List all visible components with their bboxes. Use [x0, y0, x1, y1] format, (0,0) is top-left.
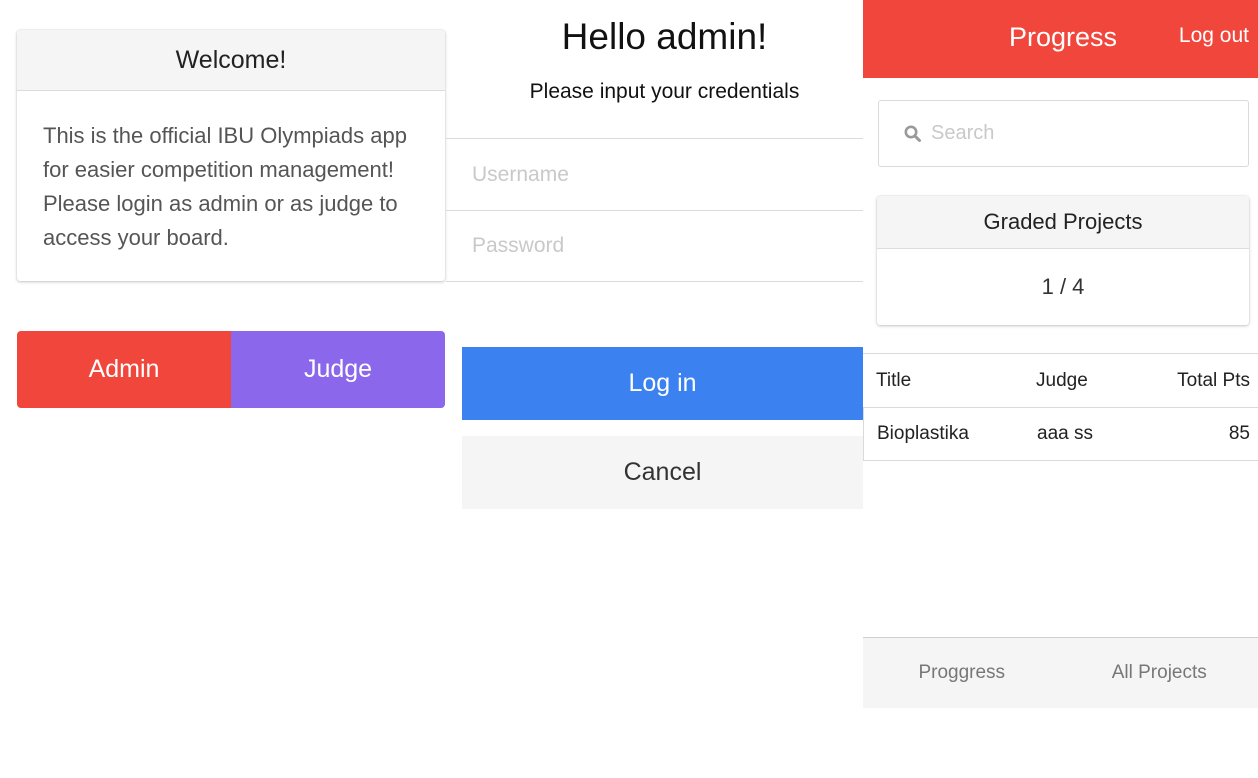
- column-header-title: Title: [876, 369, 912, 391]
- cancel-button[interactable]: Cancel: [462, 436, 863, 509]
- column-header-judge: Judge: [1036, 369, 1088, 391]
- welcome-text: This is the official IBU Olympiads app f…: [17, 91, 445, 255]
- cell-total-pts: 85: [1228, 423, 1250, 444]
- cell-judge: aaa ss: [1037, 423, 1093, 444]
- graded-projects-title: Graded Projects: [877, 196, 1249, 249]
- nav-tab-all-projects[interactable]: All Projects: [1061, 662, 1258, 684]
- welcome-card: Welcome! This is the official IBU Olympi…: [17, 30, 445, 281]
- graded-projects-count: 1 / 4: [1041, 274, 1085, 299]
- projects-table: Title Judge Total Pts Bioplastika aaa ss…: [863, 353, 1258, 461]
- welcome-line: This is the official IBU Olympiads app: [43, 123, 407, 148]
- login-greeting: Hello admin!: [561, 16, 768, 57]
- password-placeholder: Password: [472, 234, 565, 257]
- column-header-total-pts: Total Pts: [1177, 369, 1250, 391]
- table-header-row: Title Judge Total Pts: [863, 353, 1258, 407]
- admin-button[interactable]: Admin: [17, 331, 231, 408]
- app-header: Progress Log out: [863, 0, 1258, 78]
- search-placeholder: Search: [931, 122, 995, 144]
- graded-projects-card: Graded Projects 1 / 4: [877, 196, 1249, 325]
- password-field[interactable]: Password: [446, 210, 863, 282]
- username-placeholder: Username: [472, 162, 569, 186]
- bottom-navigation: Proggress All Projects: [863, 637, 1258, 708]
- welcome-line: Please login as admin or as judge to: [43, 191, 398, 216]
- welcome-line: access your board.: [43, 225, 229, 250]
- page: Welcome! This is the official IBU Olympi…: [0, 0, 1258, 778]
- welcome-line: for easier competition management!: [43, 157, 394, 182]
- login-screen: Hello admin! Please input your credentia…: [446, 0, 863, 778]
- judge-button[interactable]: Judge: [231, 331, 445, 408]
- logout-button[interactable]: Log out: [1179, 24, 1249, 48]
- login-button[interactable]: Log in: [462, 347, 863, 420]
- username-field[interactable]: Username: [446, 138, 863, 210]
- search-input[interactable]: Search: [878, 100, 1249, 167]
- welcome-screen: Welcome! This is the official IBU Olympi…: [0, 0, 462, 778]
- progress-screen: Progress Log out Search Graded Projects …: [863, 0, 1258, 778]
- welcome-title: Welcome!: [17, 30, 445, 91]
- search-icon: [903, 124, 923, 144]
- login-subtitle: Please input your credentials: [529, 80, 800, 103]
- role-selector: Admin Judge: [17, 331, 445, 408]
- table-row[interactable]: Bioplastika aaa ss 85: [863, 407, 1258, 461]
- nav-tab-progress[interactable]: Proggress: [863, 662, 1061, 684]
- cell-title: Bioplastika: [877, 423, 969, 444]
